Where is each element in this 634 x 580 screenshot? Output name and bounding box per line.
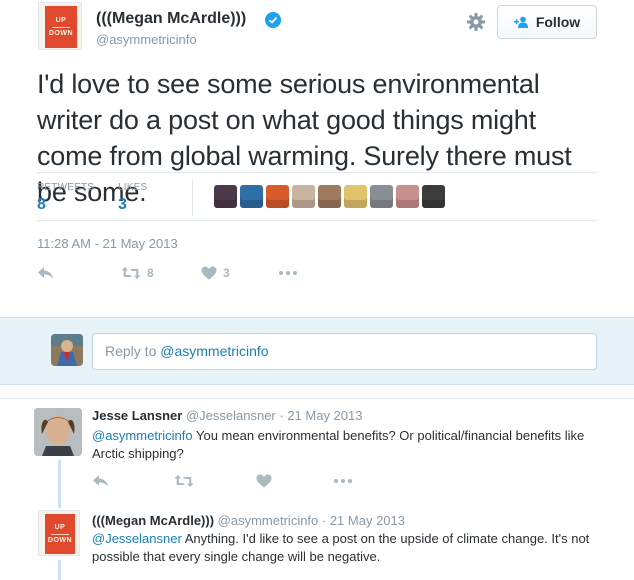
reply-2-mention[interactable]: @Jesselansner: [92, 531, 182, 546]
liker-avatar[interactable]: [266, 185, 289, 208]
reply-placeholder-mention: @asymmetricinfo: [160, 343, 269, 359]
heart-icon: [256, 474, 272, 488]
like-action[interactable]: 3: [201, 266, 230, 280]
like-action-count: 3: [223, 266, 230, 280]
more-action[interactable]: [278, 266, 298, 280]
add-user-icon: [513, 16, 528, 28]
reply-box: Reply to @asymmetricinfo: [0, 317, 634, 385]
liker-avatar[interactable]: [396, 185, 419, 208]
liker-avatar[interactable]: [422, 185, 445, 208]
reply-2-avatar[interactable]: UP DOWN: [38, 510, 80, 556]
retweet-action-count: 8: [147, 266, 154, 280]
liker-avatar[interactable]: [240, 185, 263, 208]
stats-separator: [192, 180, 193, 216]
stats-bottom-divider: [37, 220, 597, 221]
more-icon: [334, 479, 352, 483]
likers-avatars: [214, 185, 445, 208]
reply-2-handle-time: @asymmetricinfo · 21 May 2013: [217, 513, 405, 528]
reply-tweet-1[interactable]: Jesse Lansner @Jesselansner · 21 May 201…: [0, 399, 634, 499]
verified-badge-icon: [265, 12, 281, 28]
reply-1-more-action[interactable]: [333, 474, 353, 488]
heart-icon: [201, 266, 217, 280]
retweets-label: RETWEETS: [37, 182, 95, 193]
book-cover-image: UP DOWN: [45, 514, 75, 554]
reply-1-like-action[interactable]: [256, 474, 272, 488]
reply-2-author[interactable]: (((Megan McArdle))) @asymmetricinfo · 21…: [92, 513, 405, 528]
liker-avatar[interactable]: [292, 185, 315, 208]
reply-icon: [93, 475, 108, 487]
avatar-text-bottom: DOWN: [47, 536, 73, 544]
more-icon: [279, 271, 297, 275]
likes-label: LIKES: [118, 182, 148, 193]
gear-icon[interactable]: [466, 12, 486, 32]
reply-1-avatar[interactable]: [34, 408, 82, 456]
reply-1-retweet-action[interactable]: [174, 474, 194, 488]
avatar-text-top: UP: [54, 523, 66, 531]
main-tweet: UP DOWN (((Megan McArdle))) @asymmetrici…: [0, 0, 634, 317]
avatar-text-top: UP: [55, 16, 67, 24]
tweet-timestamp[interactable]: 11:28 AM - 21 May 2013: [37, 236, 178, 251]
follow-label: Follow: [535, 14, 581, 30]
retweet-icon: [121, 267, 141, 279]
avatar-divider: [52, 26, 70, 28]
author-name[interactable]: (((Megan McArdle))): [96, 10, 246, 28]
reply-tweet-2[interactable]: UP DOWN (((Megan McArdle))) @asymmetrici…: [0, 508, 634, 580]
reply-1-author[interactable]: Jesse Lansner @Jesselansner · 21 May 201…: [92, 408, 362, 423]
reply-1-author-name: Jesse Lansner: [92, 408, 183, 423]
author-avatar[interactable]: UP DOWN: [38, 2, 82, 50]
reply-icon: [38, 267, 53, 279]
retweet-icon: [174, 475, 194, 487]
liker-avatar[interactable]: [318, 185, 341, 208]
reply-1-reply-action[interactable]: [92, 474, 109, 488]
current-user-avatar[interactable]: [51, 334, 83, 366]
book-cover-image: UP DOWN: [45, 6, 77, 48]
liker-avatar[interactable]: [214, 185, 237, 208]
likes-count[interactable]: 3: [118, 196, 127, 214]
reply-input[interactable]: Reply to @asymmetricinfo: [92, 333, 597, 370]
avatar-text-bottom: DOWN: [48, 29, 74, 37]
reply-1-handle-time: @Jesselansner · 21 May 2013: [185, 408, 363, 423]
liker-avatar[interactable]: [344, 185, 367, 208]
retweet-action[interactable]: 8: [121, 266, 154, 280]
liker-avatar[interactable]: [370, 185, 393, 208]
reply-2-author-name: (((Megan McArdle))): [92, 513, 215, 528]
reply-placeholder-prefix: Reply to: [105, 343, 161, 359]
follow-button[interactable]: Follow: [497, 5, 597, 39]
avatar-divider: [51, 533, 69, 535]
reply-action[interactable]: [37, 266, 54, 280]
author-handle[interactable]: @asymmetricinfo: [96, 32, 197, 47]
thread-connector-line: [58, 460, 61, 508]
stats-top-divider: [37, 172, 597, 173]
reply-1-text: @asymmetricinfo You mean environmental b…: [92, 427, 612, 463]
reply-1-mention[interactable]: @asymmetricinfo: [92, 428, 193, 443]
retweets-count[interactable]: 8: [37, 196, 46, 214]
reply-2-text: @Jesselansner Anything. I'd like to see …: [92, 530, 612, 566]
